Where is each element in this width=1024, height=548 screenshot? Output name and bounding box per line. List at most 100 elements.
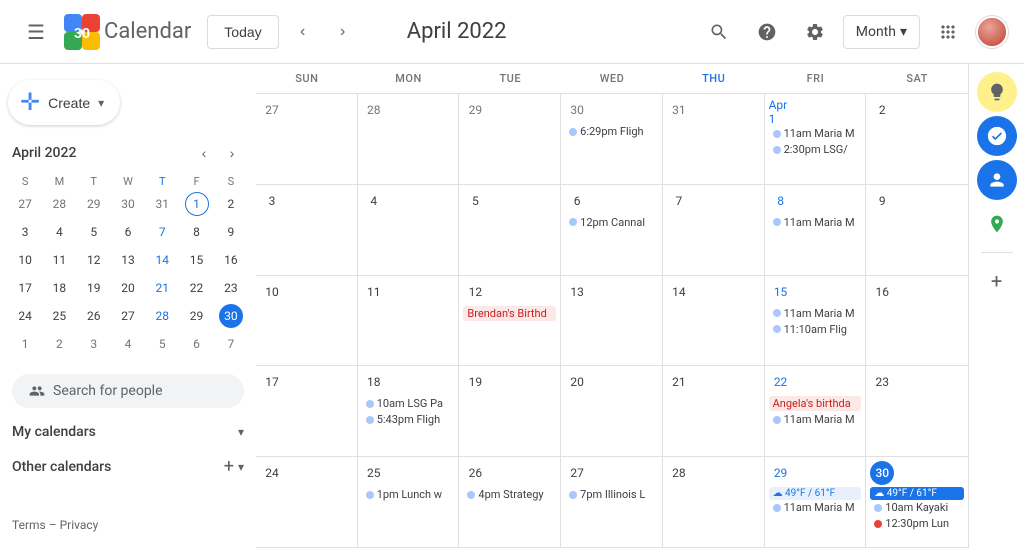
calendar-cell[interactable]: 3 (256, 185, 358, 275)
calendar-event[interactable]: 7pm Illinois L (565, 487, 658, 502)
calendar-event[interactable]: 11am Maria M (769, 215, 862, 230)
mini-cal-day[interactable]: 7 (145, 218, 179, 246)
mini-cal-day[interactable]: 28 (145, 302, 179, 330)
calendar-cell[interactable]: 811am Maria M (765, 185, 867, 275)
mini-cal-day[interactable]: 2 (214, 190, 248, 218)
mini-cal-day[interactable]: 20 (111, 274, 145, 302)
mini-cal-day[interactable]: 2 (42, 330, 76, 358)
other-calendars-add-icon[interactable]: + (224, 456, 234, 477)
search-button[interactable] (699, 12, 739, 52)
settings-button[interactable] (795, 12, 835, 52)
create-button[interactable]: ✛ Create ▾ (8, 80, 120, 125)
calendar-cell[interactable]: 27 (256, 94, 358, 184)
calendar-event[interactable]: 12:30pm Lun (870, 516, 964, 531)
apps-button[interactable] (928, 12, 968, 52)
calendar-event[interactable]: ☁ 49°F / 61°F (769, 487, 862, 500)
calendar-cell[interactable]: 11 (358, 276, 460, 366)
calendar-event[interactable]: 10am LSG Pa (362, 396, 455, 411)
mini-cal-day[interactable]: 1 (179, 190, 213, 218)
mini-cal-day[interactable]: 29 (77, 190, 111, 218)
help-button[interactable] (747, 12, 787, 52)
today-button[interactable]: Today (207, 15, 278, 49)
calendar-cell[interactable]: 22Angela's birthda11am Maria M (765, 366, 867, 456)
calendar-event[interactable]: 11am Maria M (769, 126, 862, 141)
terms-link[interactable]: Terms (12, 518, 46, 532)
calendar-cell[interactable]: 28 (358, 94, 460, 184)
mini-cal-day[interactable]: 27 (8, 190, 42, 218)
contacts-icon-button[interactable] (977, 160, 1017, 200)
calendar-cell[interactable]: 306:29pm Fligh (561, 94, 663, 184)
mini-cal-next[interactable]: › (220, 141, 244, 165)
calendar-event[interactable]: Brendan's Birthd (463, 306, 556, 321)
calendar-cell[interactable]: Apr 111am Maria M2:30pm LSG/ (765, 94, 867, 184)
calendar-cell[interactable]: 264pm Strategy (459, 457, 561, 547)
mini-cal-day[interactable]: 17 (8, 274, 42, 302)
mini-cal-day[interactable]: 24 (8, 302, 42, 330)
calendar-event[interactable]: ☁ 49°F / 61°F (870, 487, 964, 500)
mini-cal-day[interactable]: 4 (42, 218, 76, 246)
calendar-cell[interactable]: 24 (256, 457, 358, 547)
mini-cal-day[interactable]: 7 (214, 330, 248, 358)
calendar-cell[interactable]: 1810am LSG Pa5:43pm Fligh (358, 366, 460, 456)
mini-cal-day[interactable]: 15 (179, 246, 213, 274)
calendar-cell[interactable]: 30☁ 49°F / 61°F10am Kayaki12:30pm Lun (866, 457, 968, 547)
calendar-cell[interactable]: 7 (663, 185, 765, 275)
mini-cal-day[interactable]: 30 (214, 302, 248, 330)
mini-cal-day[interactable]: 25 (42, 302, 76, 330)
mini-cal-day[interactable]: 13 (111, 246, 145, 274)
mini-cal-day[interactable]: 26 (77, 302, 111, 330)
calendar-cell[interactable]: 4 (358, 185, 460, 275)
calendar-cell[interactable]: 251pm Lunch w (358, 457, 460, 547)
calendar-event[interactable]: 10am Kayaki (870, 500, 964, 515)
mini-cal-day[interactable]: 8 (179, 218, 213, 246)
mini-cal-day[interactable]: 29 (179, 302, 213, 330)
calendar-event[interactable]: 1pm Lunch w (362, 487, 455, 502)
mini-cal-day[interactable]: 30 (111, 190, 145, 218)
keep-icon-button[interactable] (977, 72, 1017, 112)
calendar-event[interactable]: 12pm Cannal (565, 215, 658, 230)
calendar-event[interactable]: 11am Maria M (769, 412, 862, 427)
mini-cal-prev[interactable]: ‹ (192, 141, 216, 165)
search-people-button[interactable]: Search for people (12, 374, 244, 408)
calendar-event[interactable]: 11:10am Flig (769, 322, 862, 337)
calendar-cell[interactable]: 13 (561, 276, 663, 366)
mini-cal-day[interactable]: 28 (42, 190, 76, 218)
calendar-cell[interactable]: 29 (459, 94, 561, 184)
mini-cal-day[interactable]: 21 (145, 274, 179, 302)
calendar-cell[interactable]: 28 (663, 457, 765, 547)
mini-cal-day[interactable]: 11 (42, 246, 76, 274)
mini-cal-day[interactable]: 6 (179, 330, 213, 358)
calendar-cell[interactable]: 5 (459, 185, 561, 275)
calendar-cell[interactable]: 2 (866, 94, 968, 184)
other-calendars-section[interactable]: Other calendars + ▾ (8, 448, 248, 485)
calendar-cell[interactable]: 31 (663, 94, 765, 184)
calendar-cell[interactable]: 10 (256, 276, 358, 366)
calendar-event[interactable]: 11am Maria M (769, 500, 862, 515)
prev-month-button[interactable]: ‹ (287, 16, 319, 48)
mini-cal-day[interactable]: 9 (214, 218, 248, 246)
calendar-cell[interactable]: 29☁ 49°F / 61°F11am Maria M (765, 457, 867, 547)
tasks-icon-button[interactable] (977, 116, 1017, 156)
mini-cal-day[interactable]: 12 (77, 246, 111, 274)
maps-icon-button[interactable] (977, 204, 1017, 244)
mini-cal-day[interactable]: 6 (111, 218, 145, 246)
calendar-cell[interactable]: 1511am Maria M11:10am Flig (765, 276, 867, 366)
calendar-cell[interactable]: 14 (663, 276, 765, 366)
view-selector[interactable]: Month ▾ (843, 15, 920, 49)
privacy-link[interactable]: Privacy (60, 518, 99, 532)
calendar-cell[interactable]: 21 (663, 366, 765, 456)
user-avatar[interactable] (976, 16, 1008, 48)
calendar-event[interactable]: 2:30pm LSG/ (769, 142, 862, 157)
calendar-cell[interactable]: 12Brendan's Birthd (459, 276, 561, 366)
calendar-cell[interactable]: 23 (866, 366, 968, 456)
mini-cal-day[interactable]: 31 (145, 190, 179, 218)
mini-cal-day[interactable]: 4 (111, 330, 145, 358)
calendar-event[interactable]: 6:29pm Fligh (565, 124, 658, 139)
mini-cal-day[interactable]: 3 (8, 218, 42, 246)
mini-cal-day[interactable]: 23 (214, 274, 248, 302)
mini-cal-day[interactable]: 1 (8, 330, 42, 358)
calendar-cell[interactable]: 20 (561, 366, 663, 456)
calendar-event[interactable]: Angela's birthda (769, 396, 862, 411)
mini-cal-day[interactable]: 19 (77, 274, 111, 302)
next-month-button[interactable]: › (327, 16, 359, 48)
